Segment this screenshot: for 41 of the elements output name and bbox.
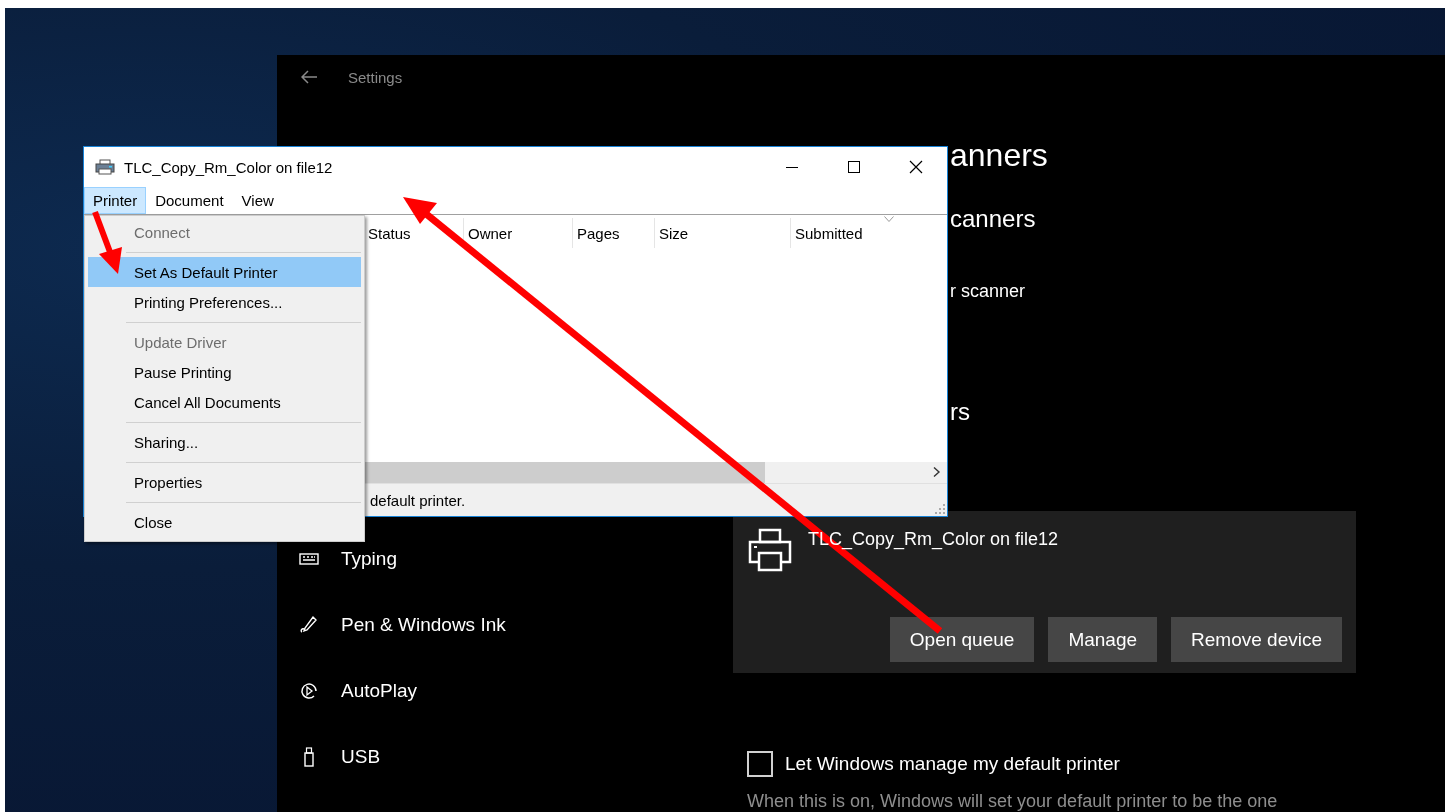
annotation-arrow [92, 210, 122, 274]
sidebar-item[interactable]: AutoPlay [277, 658, 733, 724]
menu-bar-item[interactable]: Printer [84, 187, 147, 214]
printer-action-button[interactable]: Remove device [1171, 617, 1342, 662]
checkbox[interactable] [747, 751, 773, 777]
scrollbar-thumb[interactable] [364, 462, 765, 483]
menu-item[interactable]: Pause Printing [88, 357, 361, 387]
window-title: TLC_Copy_Rm_Color on file12 [124, 158, 334, 176]
menu-item[interactable]: Properties [88, 467, 361, 497]
menu-item[interactable]: Cancel All Documents [88, 387, 361, 417]
play-circle-icon [299, 681, 319, 701]
printer-icon [95, 159, 115, 175]
section-heading: rs [950, 397, 970, 427]
printer-action-button[interactable]: Manage [1048, 617, 1158, 662]
window-title: Settings [348, 68, 403, 86]
column-header[interactable]: Pages [573, 218, 655, 248]
close-icon [909, 160, 923, 174]
pen-icon [299, 615, 319, 635]
menu-item[interactable]: Printing Preferences... [88, 287, 361, 317]
menu-bar-item[interactable]: Document [146, 187, 233, 214]
sidebar-item[interactable]: Pen & Windows Ink [277, 592, 733, 658]
page-heading: anners [950, 136, 1048, 175]
printer-action-button[interactable]: Open queue [889, 617, 1035, 662]
sidebar-item[interactable]: USB [277, 724, 733, 790]
printer-icon [748, 528, 792, 572]
status-text: default printer. [370, 491, 466, 509]
menu-item[interactable]: Set As Default Printer [88, 257, 361, 287]
maximize-icon [848, 161, 860, 173]
resize-grip-icon[interactable] [935, 504, 945, 514]
menu-bar-item[interactable]: View [232, 187, 283, 214]
column-header[interactable]: Size [655, 218, 791, 248]
section-heading: canners [950, 204, 1036, 234]
column-header[interactable]: Owner [464, 218, 573, 248]
minimize-icon [785, 167, 799, 168]
menu-item[interactable]: Sharing... [88, 427, 361, 457]
back-icon[interactable] [301, 70, 318, 84]
scroll-right-icon[interactable] [933, 467, 941, 477]
option-description: When this is on, Windows will set your default printer to be the one [746, 791, 1278, 811]
column-header[interactable]: Submitted [791, 218, 947, 248]
checkbox-label: Let Windows manage my default printer [785, 753, 1120, 775]
add-device-link[interactable]: r scanner [950, 279, 1026, 303]
